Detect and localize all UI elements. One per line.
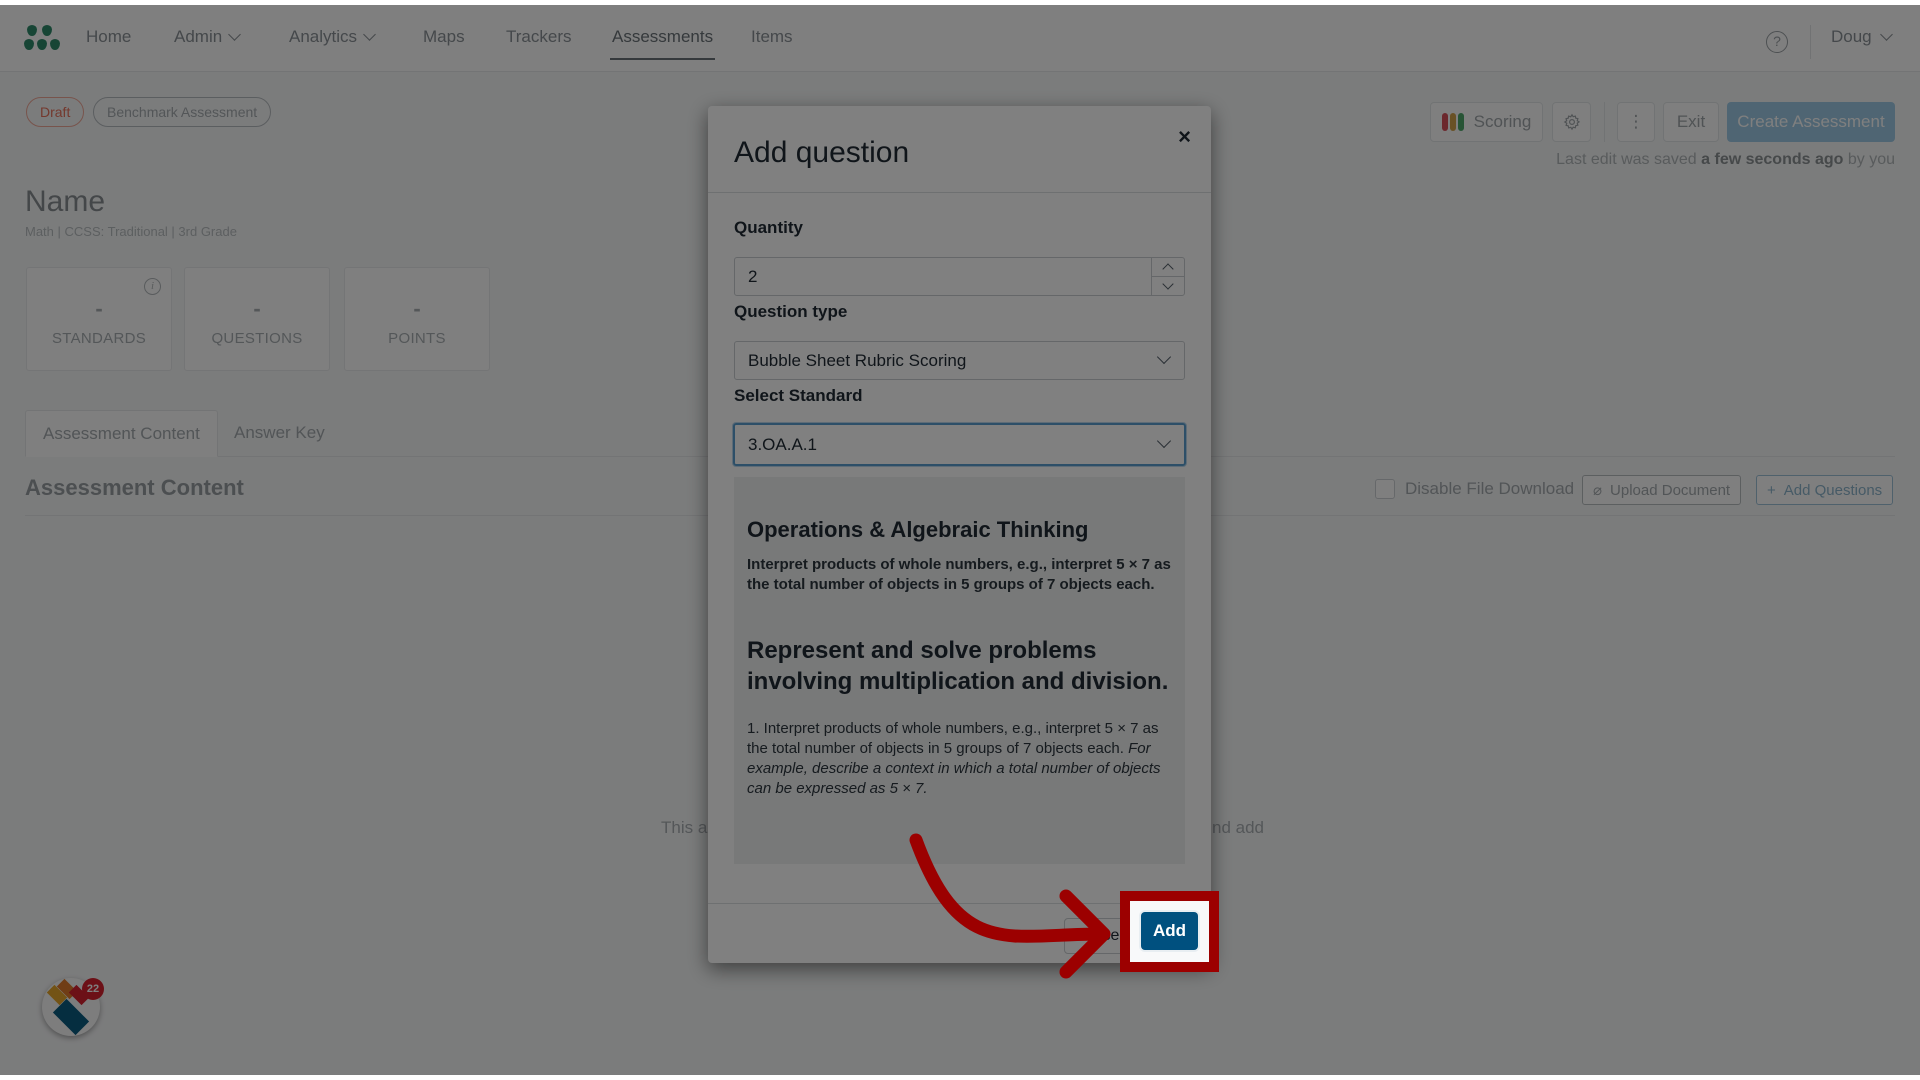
question-type-value: Bubble Sheet Rubric Scoring: [748, 351, 967, 370]
increment-button[interactable]: [1152, 258, 1184, 276]
chevron-down-icon: [1162, 277, 1174, 290]
standard-select[interactable]: 3.OA.A.1: [733, 423, 1186, 466]
add-question-modal: Add question × Quantity 2 Question type …: [708, 106, 1211, 963]
decrement-button[interactable]: [1152, 276, 1184, 294]
standard-label: Select Standard: [734, 386, 863, 405]
question-type-label: Question type: [734, 302, 848, 321]
add-button[interactable]: Add: [1141, 912, 1198, 950]
chevron-down-icon: [1156, 349, 1172, 365]
chevron-down-icon: [1156, 433, 1172, 449]
standard-text-main: 1. Interpret products of whole numbers, …: [747, 720, 1159, 757]
close-icon[interactable]: ×: [1178, 124, 1191, 150]
standard-text: 1. Interpret products of whole numbers, …: [747, 719, 1172, 799]
quantity-value: 2: [748, 267, 758, 286]
standard-summary: Interpret products of whole numbers, e.g…: [747, 556, 1171, 593]
standard-description: Operations & Algebraic Thinking Interpre…: [734, 477, 1185, 864]
question-type-select[interactable]: Bubble Sheet Rubric Scoring: [734, 341, 1185, 380]
standard-domain: Operations & Algebraic Thinking: [747, 517, 1089, 542]
chevron-up-icon: [1162, 263, 1174, 275]
standard-value: 3.OA.A.1: [748, 435, 817, 454]
modal-title: Add question: [734, 136, 910, 169]
standard-cluster: Represent and solve problems involving m…: [747, 637, 1169, 695]
quantity-label: Quantity: [734, 218, 803, 237]
modal-header: Add question ×: [708, 106, 1211, 193]
quantity-stepper[interactable]: 2: [734, 257, 1185, 296]
stepper-controls: [1151, 258, 1184, 295]
